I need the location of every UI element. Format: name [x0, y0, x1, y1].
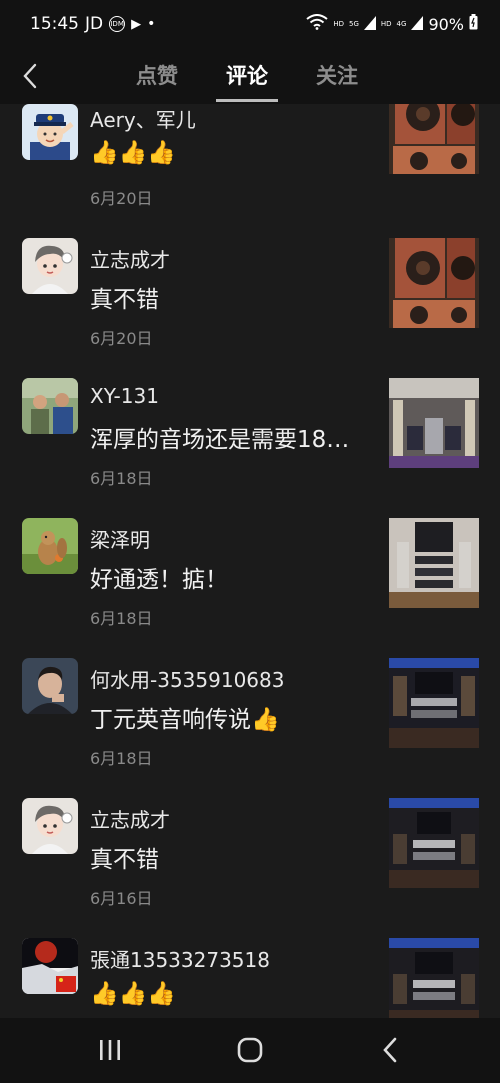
tab-comments[interactable]: 评论: [216, 52, 278, 102]
moon-flag-avatar[interactable]: [22, 938, 78, 994]
dot-icon: •: [147, 16, 156, 32]
list-item[interactable]: 張通13533273518 👍👍👍: [0, 924, 500, 1018]
comment-text: 👍👍👍: [90, 981, 176, 1007]
cartoon-boy-avatar[interactable]: [22, 798, 78, 854]
commenter-name[interactable]: 何水用-3535910683: [90, 664, 284, 693]
back-button[interactable]: [14, 58, 46, 94]
tab-follows[interactable]: 关注: [312, 52, 362, 100]
wifi-icon: [306, 14, 328, 34]
recent-apps-icon: [100, 1040, 120, 1060]
system-nav-bar: [0, 1018, 500, 1083]
back-nav-icon: [383, 1037, 397, 1063]
status-carrier: JD: [85, 14, 104, 34]
signal-icon-2: [411, 15, 424, 34]
list-item[interactable]: 立志成才 真不错 6月16日: [0, 784, 500, 924]
comment-text: 真不错: [90, 847, 159, 873]
audio-room-thumb[interactable]: [389, 378, 479, 468]
list-item[interactable]: XY-131 浑厚的音场还是需要18… 6月18日: [0, 364, 500, 504]
comment-text: 👍👍👍: [90, 140, 176, 166]
status-bar: 15:45 JD IDM ▶ • HD 5G HD 4G 90%: [0, 0, 500, 48]
media-icon: ▶: [131, 16, 142, 32]
battery-icon: [469, 14, 478, 34]
comment-date: 6月20日: [90, 189, 153, 208]
recent-apps-button[interactable]: [90, 1032, 130, 1068]
cartoon-officer-avatar[interactable]: [22, 104, 78, 160]
comment-text: 真不错: [90, 287, 159, 313]
top-header: 点赞 评论 关注: [0, 48, 500, 104]
tab-bar: 点赞 评论 关注: [132, 52, 362, 102]
status-time: 15:45: [30, 14, 79, 34]
hd-label: HD: [333, 19, 344, 28]
commenter-name[interactable]: 張通13533273518: [90, 944, 270, 973]
home-button[interactable]: [230, 1032, 270, 1068]
comment-text: 好通透！掂！: [90, 567, 228, 593]
list-item[interactable]: 梁泽明 好通透！掂！ 6月18日: [0, 504, 500, 644]
cartoon-boy-avatar[interactable]: [22, 238, 78, 294]
comment-text: 丁元英音响传说👍: [90, 707, 280, 733]
commenter-name[interactable]: 立志成才: [90, 244, 170, 273]
comment-list[interactable]: Aery、军儿 👍👍👍 6月20日 立志成才 真不错 6月20日 XY-131 …: [0, 104, 500, 1018]
5g-label: 5G: [349, 19, 359, 28]
wooden-speakers-thumb[interactable]: [389, 238, 479, 328]
wooden-speakers-thumb[interactable]: [389, 104, 479, 174]
comment-date: 6月16日: [90, 889, 153, 908]
man-portrait-avatar[interactable]: [22, 658, 78, 714]
people-photo-avatar[interactable]: [22, 378, 78, 434]
tab-likes[interactable]: 点赞: [132, 52, 182, 100]
hifi-shop-thumb[interactable]: [389, 938, 479, 1018]
signal-icon: [363, 15, 376, 34]
comment-date: 6月18日: [90, 749, 153, 768]
back-nav-button[interactable]: [370, 1032, 410, 1068]
list-item[interactable]: Aery、军儿 👍👍👍 6月20日: [0, 104, 500, 224]
comment-date: 6月18日: [90, 469, 153, 488]
commenter-name[interactable]: 立志成才: [90, 804, 170, 833]
chipmunk-avatar[interactable]: [22, 518, 78, 574]
idm-icon: IDM: [109, 16, 126, 32]
commenter-name[interactable]: XY-131: [90, 384, 159, 408]
back-arrow-icon: [23, 63, 37, 89]
home-icon: [237, 1037, 263, 1063]
comment-date: 6月20日: [90, 329, 153, 348]
hifi-rack-thumb[interactable]: [389, 518, 479, 608]
hifi-shop-thumb[interactable]: [389, 798, 479, 888]
list-item[interactable]: 何水用-3535910683 丁元英音响传说👍 6月18日: [0, 644, 500, 784]
hifi-shop-thumb[interactable]: [389, 658, 479, 748]
comment-date: 6月18日: [90, 609, 153, 628]
hd-label-2: HD: [380, 19, 392, 28]
commenter-name[interactable]: Aery、军儿: [90, 104, 196, 133]
list-item[interactable]: 立志成才 真不错 6月20日: [0, 224, 500, 364]
commenter-name[interactable]: 梁泽明: [90, 524, 150, 553]
4g-label: 4G: [396, 19, 407, 28]
comment-text: 浑厚的音场还是需要18…: [90, 427, 350, 453]
battery-percent: 90%: [428, 14, 464, 34]
